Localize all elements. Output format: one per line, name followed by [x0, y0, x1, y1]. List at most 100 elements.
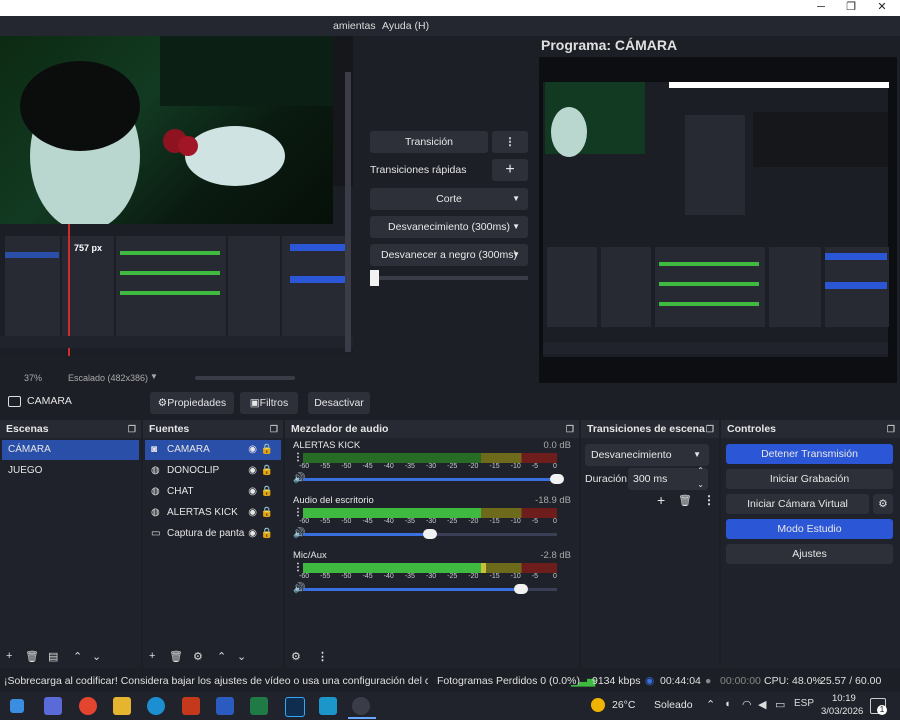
source-label: Captura de panta	[167, 528, 245, 539]
trash-icon[interactable]: 🗑	[25, 650, 39, 663]
source-item[interactable]: ◍ DONOCLIP ◉ 🔒	[145, 461, 281, 481]
preview-canvas[interactable]: 757 px	[0, 36, 353, 356]
weather-text[interactable]: Soleado	[654, 699, 693, 711]
trash-icon[interactable]: 🗑	[678, 494, 692, 507]
dock-float-icon[interactable]: ❐	[270, 420, 278, 438]
photoshop-icon[interactable]	[285, 697, 305, 717]
dock-float-icon[interactable]: ❐	[128, 420, 136, 438]
wifi-icon[interactable]: ◠	[742, 698, 752, 711]
store-icon[interactable]	[319, 697, 337, 715]
transition-button[interactable]: Transición	[370, 131, 488, 153]
eye-icon[interactable]: ◉	[248, 482, 257, 502]
clock-date[interactable]: 3/03/2026	[821, 706, 863, 717]
add-icon[interactable]: +	[6, 650, 12, 662]
lock-icon[interactable]: 🔒	[261, 503, 273, 523]
more-icon[interactable]: ⋮	[293, 507, 303, 518]
volume-slider[interactable]	[303, 584, 557, 594]
duration-value: 300 ms	[633, 473, 668, 485]
microphone-icon[interactable]: ◖	[724, 698, 731, 710]
transition-select[interactable]: Desvanecimiento ▼	[585, 444, 709, 466]
properties-button[interactable]: ⚙Propiedades	[150, 392, 234, 414]
dock-float-icon[interactable]: ❐	[566, 420, 574, 438]
gear-icon[interactable]: ⚙	[291, 650, 301, 663]
eye-icon[interactable]: ◉	[248, 461, 257, 481]
lock-icon[interactable]: 🔒	[261, 461, 273, 481]
virtual-camera-settings-button[interactable]: ⚙	[873, 494, 893, 514]
horizontal-scrollbar[interactable]	[195, 376, 295, 380]
settings-button[interactable]: Ajustes	[726, 544, 893, 564]
menu-help[interactable]: Ayuda (H)	[382, 16, 429, 36]
transition-more-button[interactable]: ⋮	[492, 131, 528, 153]
chrome-icon[interactable]	[79, 697, 97, 715]
dock-float-icon[interactable]: ❐	[887, 420, 895, 438]
eye-icon[interactable]: ◉	[248, 503, 257, 523]
studio-mode-button[interactable]: Modo Estudio	[726, 519, 893, 539]
windows-start-icon[interactable]	[10, 699, 24, 713]
obs-icon[interactable]	[352, 697, 370, 715]
dock-float-icon[interactable]: ❐	[706, 420, 714, 438]
more-icon[interactable]: ⋮	[293, 452, 303, 463]
start-virtual-camera-button[interactable]: Iniciar Cámara Virtual	[726, 494, 869, 514]
lock-icon[interactable]: 🔒	[261, 524, 273, 544]
volume-slider-knob[interactable]	[423, 529, 437, 539]
filters-button[interactable]: ▣Filtros	[240, 392, 298, 414]
language-indicator[interactable]: ESP	[794, 698, 814, 709]
chevron-down-icon[interactable]: ⌄	[92, 650, 101, 663]
add-icon[interactable]: +	[657, 492, 665, 508]
edge-icon[interactable]	[147, 697, 165, 715]
word-icon[interactable]	[216, 697, 234, 715]
source-item[interactable]: ◍ CHAT ◉ 🔒	[145, 482, 281, 502]
chevron-down-icon[interactable]: ⌄	[237, 650, 246, 663]
start-recording-button[interactable]: Iniciar Grabación	[726, 469, 893, 489]
clock-time[interactable]: 10:19	[832, 693, 856, 704]
copilot-icon[interactable]	[44, 697, 62, 715]
gear-icon[interactable]: ⚙	[193, 650, 203, 663]
eye-icon[interactable]: ◉	[248, 524, 257, 544]
battery-icon[interactable]: ▭	[775, 698, 785, 711]
powerpoint-icon[interactable]	[182, 697, 200, 715]
spin-buttons-icon[interactable]: ⌃ ⌄	[697, 464, 704, 492]
trash-icon[interactable]: 🗑	[169, 650, 183, 663]
lock-icon[interactable]: 🔒	[261, 440, 273, 460]
close-button[interactable]: ✕	[867, 0, 897, 16]
quick-transition-fade[interactable]: Desvanecimiento (300ms) ▼	[370, 216, 528, 238]
weather-temp[interactable]: 26°C	[612, 699, 635, 711]
filter-icon[interactable]: ▤	[48, 650, 58, 663]
meter-tick-label: -55	[320, 463, 331, 470]
chevron-up-icon[interactable]: ⌃	[706, 698, 715, 711]
minimize-button[interactable]: ─	[806, 0, 836, 16]
chevron-up-icon[interactable]: ⌃	[73, 650, 82, 663]
duration-input[interactable]: 300 ms ⌃ ⌄	[628, 466, 708, 490]
transition-slider-track[interactable]	[370, 276, 528, 280]
add-quick-transition-button[interactable]: +	[492, 159, 528, 181]
more-icon[interactable]: ⋮	[293, 562, 303, 573]
volume-slider-knob[interactable]	[514, 584, 529, 594]
scene-item[interactable]: JUEGO	[2, 461, 139, 481]
add-icon[interactable]: +	[149, 650, 155, 662]
source-item[interactable]: ◍ ALERTAS KICK ◉ 🔒	[145, 503, 281, 523]
quick-transition-cut[interactable]: Corte ▼	[370, 188, 528, 210]
eye-icon[interactable]: ◉	[248, 440, 257, 460]
more-icon[interactable]: ⋮	[317, 650, 328, 663]
deactivate-button[interactable]: Desactivar	[308, 392, 370, 414]
volume-slider[interactable]	[303, 474, 564, 484]
camera-icon	[8, 396, 21, 407]
zoom-percent[interactable]: 37%	[24, 373, 42, 383]
source-item[interactable]: ◙ CAMARA ◉ 🔒	[145, 440, 281, 460]
file-explorer-icon[interactable]	[113, 697, 131, 715]
menu-tools[interactable]: amientas	[333, 16, 376, 36]
excel-icon[interactable]	[250, 697, 268, 715]
scene-item[interactable]: CÁMARA	[2, 440, 139, 460]
chevron-up-icon[interactable]: ⌃	[217, 650, 226, 663]
chevron-down-icon[interactable]: ▼	[150, 372, 158, 381]
volume-slider[interactable]	[303, 529, 557, 539]
source-item[interactable]: ▭ Captura de panta ◉ 🔒	[145, 524, 281, 544]
transition-slider-handle[interactable]	[370, 270, 379, 286]
more-icon[interactable]: ⋮	[703, 493, 715, 507]
restore-button[interactable]: ❐	[836, 0, 866, 16]
speaker-icon[interactable]: ◀	[758, 698, 766, 711]
stop-streaming-button[interactable]: Detener Transmisión	[726, 444, 893, 464]
quick-transition-fade-black[interactable]: Desvanecer a negro (300ms) ▼	[370, 244, 528, 266]
volume-slider-knob[interactable]	[550, 474, 564, 484]
lock-icon[interactable]: 🔒	[261, 482, 273, 502]
